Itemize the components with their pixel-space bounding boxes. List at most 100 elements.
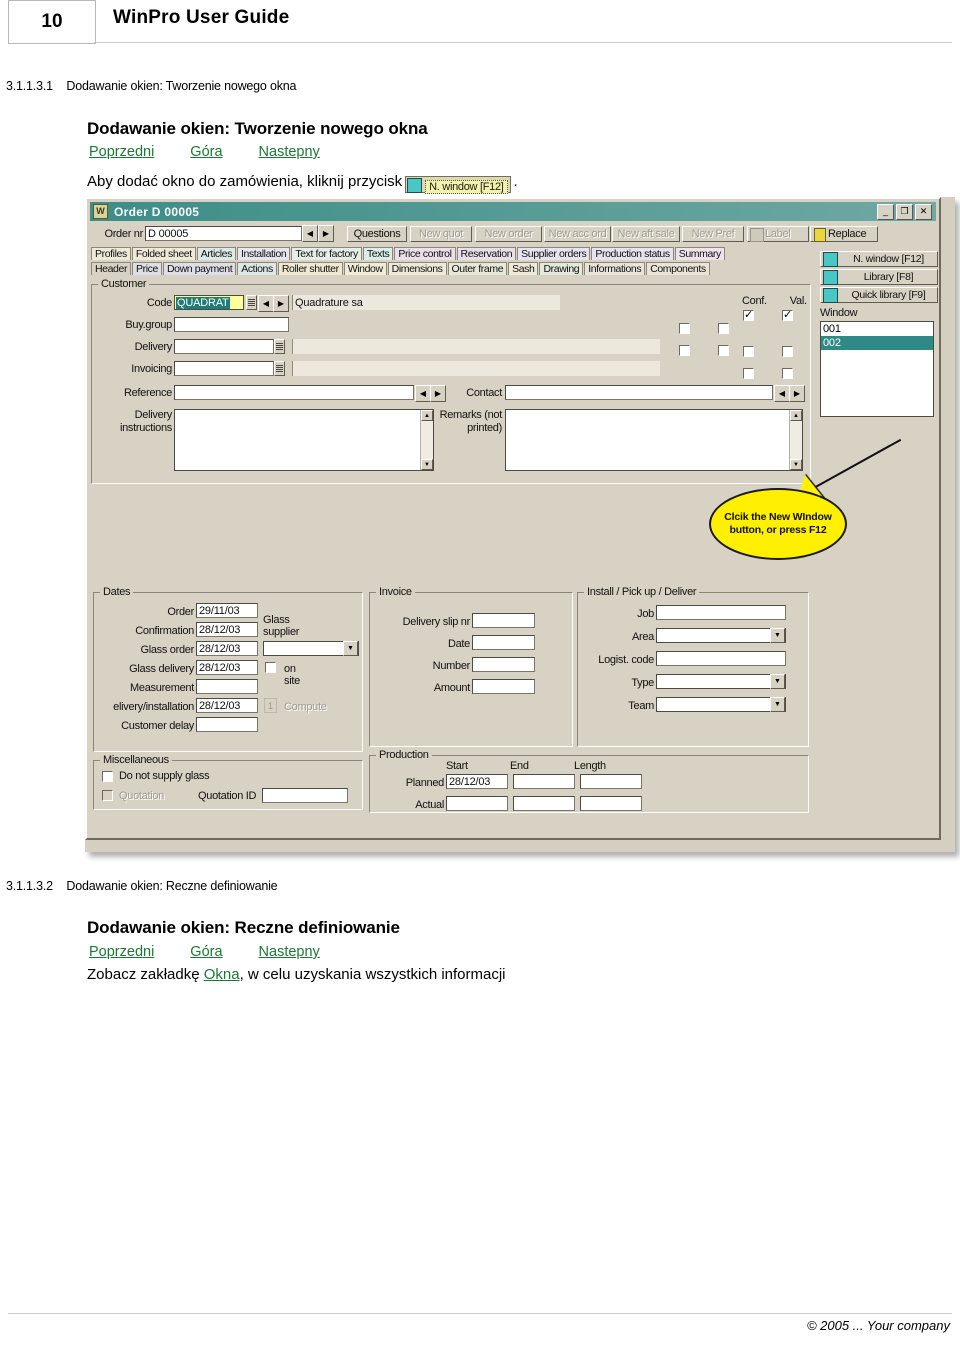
reference-prev-button[interactable]: ◀	[415, 385, 431, 402]
remarks-scroll-up-icon[interactable]: ▲	[790, 410, 802, 421]
val-checkbox-2[interactable]	[782, 346, 793, 357]
production-actual-length[interactable]	[580, 796, 642, 811]
tab-reservation[interactable]: Reservation	[456, 247, 517, 260]
tab-drawing[interactable]: Drawing	[539, 262, 584, 275]
nav-next-1[interactable]: Nastepny	[259, 144, 320, 160]
delivery-lookup-button[interactable]	[274, 339, 285, 354]
nav-up-1[interactable]: Góra	[190, 144, 222, 160]
install-job-input[interactable]	[656, 605, 786, 620]
date-order-input[interactable]: 29/11/03	[196, 603, 258, 618]
code-prev-button[interactable]: ◀	[258, 295, 274, 312]
do-not-supply-glass-checkbox[interactable]	[102, 770, 113, 782]
new-order-button[interactable]: New order	[475, 225, 542, 242]
tab-window[interactable]: Window	[343, 262, 387, 275]
invoice-date-input[interactable]	[472, 635, 535, 650]
conf-checkbox-1[interactable]	[743, 308, 754, 321]
code-input[interactable]: QUADRAT	[174, 295, 244, 310]
chevron-down-icon[interactable]: ▼	[343, 641, 358, 656]
buy-group-input[interactable]	[174, 317, 289, 332]
conf-checkbox-2[interactable]	[743, 346, 754, 357]
tab-production-status[interactable]: Production status	[591, 247, 674, 260]
tab-text-for-factory[interactable]: Text for factory	[291, 247, 362, 260]
tab-roller-shutter[interactable]: Roller shutter	[277, 262, 343, 275]
date-glass-delivery-input[interactable]: 28/12/03	[196, 660, 258, 675]
nav-up-2[interactable]: Góra	[190, 944, 222, 960]
inline-new-window-button[interactable]: N. window [F12]	[405, 176, 511, 194]
invoicing-lookup-button[interactable]	[274, 361, 285, 376]
rail-new-window-button[interactable]: N. window [F12]	[820, 251, 938, 267]
window-list-item-001[interactable]: 001	[821, 322, 933, 336]
install-area-combo[interactable]: ▼	[656, 628, 786, 643]
tab-installation[interactable]: Installation	[236, 247, 291, 260]
tab-texts[interactable]: Texts	[362, 247, 394, 260]
invoice-slip-input[interactable]	[472, 613, 535, 628]
replace-button[interactable]: Replace	[810, 225, 878, 242]
tab-supplier-orders[interactable]: Supplier orders	[517, 247, 591, 260]
tab-profiles[interactable]: Profiles	[91, 247, 131, 260]
tabs-top[interactable]: Profiles Folded sheet Articles Installation…	[91, 247, 725, 260]
rail-quick-library-button[interactable]: Quick library [F9]	[820, 287, 938, 303]
maximize-button[interactable]: ❐	[896, 203, 913, 220]
contact-prev-button[interactable]: ◀	[774, 385, 790, 402]
date-delivery-installation-input[interactable]: 28/12/03	[196, 698, 258, 713]
tab-sash[interactable]: Sash	[508, 262, 539, 275]
extra-checkbox-1a[interactable]	[679, 323, 690, 334]
production-actual-end[interactable]	[513, 796, 575, 811]
date-glass-order-input[interactable]: 28/12/03	[196, 641, 258, 656]
code-lookup-button[interactable]	[246, 295, 257, 310]
val-checkbox-3[interactable]	[782, 368, 793, 379]
quotation-checkbox[interactable]	[102, 790, 113, 801]
close-button[interactable]: ✕	[915, 203, 932, 220]
tab-articles[interactable]: Articles	[196, 247, 236, 260]
tab-price-control[interactable]: Price control	[394, 247, 456, 260]
tab-down-payment[interactable]: Down payment	[162, 262, 237, 275]
contact-input[interactable]	[505, 385, 773, 400]
production-actual-start[interactable]	[446, 796, 508, 811]
invoice-number-input[interactable]	[472, 657, 535, 672]
tab-header[interactable]: Header	[91, 262, 132, 275]
chevron-down-icon[interactable]: ▼	[770, 674, 785, 689]
date-measurement-input[interactable]	[196, 679, 258, 694]
glass-supplier-combo[interactable]: ▼	[263, 641, 359, 656]
order-prev-button[interactable]: ◀	[302, 225, 318, 242]
rail-library-button[interactable]: Library [F8]	[820, 269, 938, 285]
label-button[interactable]: Label	[747, 225, 809, 242]
remarks-scrollbar[interactable]: ▲ ▼	[789, 410, 802, 470]
scroll-down-icon[interactable]: ▼	[421, 459, 433, 470]
reference-next-button[interactable]: ▶	[430, 385, 446, 402]
remarks-scroll-down-icon[interactable]: ▼	[790, 459, 802, 470]
okna-link[interactable]: Okna	[204, 966, 240, 983]
chevron-down-icon[interactable]: ▼	[770, 628, 785, 643]
questions-button[interactable]: Questions	[347, 225, 407, 242]
date-customer-delay-input[interactable]	[196, 717, 258, 732]
install-team-combo[interactable]: ▼	[656, 697, 786, 712]
extra-checkbox-2b[interactable]	[718, 345, 729, 356]
code-next-button[interactable]: ▶	[273, 295, 289, 312]
delivery-input[interactable]	[174, 339, 274, 354]
new-quot-button[interactable]: New quot	[410, 225, 472, 242]
order-nr-input[interactable]: D 00005	[145, 226, 302, 241]
invoice-amount-input[interactable]	[472, 679, 535, 694]
order-next-button[interactable]: ▶	[318, 225, 334, 242]
new-acc-ord-button[interactable]: New acc ord	[544, 225, 611, 242]
production-planned-length[interactable]	[580, 774, 642, 789]
quotation-id-input[interactable]	[262, 788, 349, 803]
production-planned-start[interactable]: 28/12/03	[446, 774, 508, 789]
tabs-bottom[interactable]: Header Price Down payment Actions Roller shu…	[91, 262, 710, 275]
val-checkbox-1[interactable]	[782, 308, 793, 321]
contact-next-button[interactable]: ▶	[789, 385, 805, 402]
tab-folded-sheet[interactable]: Folded sheet	[131, 247, 196, 260]
install-type-combo[interactable]: ▼	[656, 674, 786, 689]
nav-next-2[interactable]: Nastepny	[259, 944, 320, 960]
conf-checkbox-3[interactable]	[743, 368, 754, 379]
tab-informations[interactable]: Informations	[584, 262, 646, 275]
extra-checkbox-1b[interactable]	[718, 323, 729, 334]
tab-price[interactable]: Price	[132, 262, 162, 275]
reference-input[interactable]	[174, 385, 414, 400]
extra-checkbox-2a[interactable]	[679, 345, 690, 356]
production-planned-end[interactable]	[513, 774, 575, 789]
scroll-up-icon[interactable]: ▲	[421, 410, 433, 421]
tab-actions[interactable]: Actions	[237, 262, 277, 275]
tab-outer-frame[interactable]: Outer frame	[447, 262, 508, 275]
tab-dimensions[interactable]: Dimensions	[387, 262, 447, 275]
